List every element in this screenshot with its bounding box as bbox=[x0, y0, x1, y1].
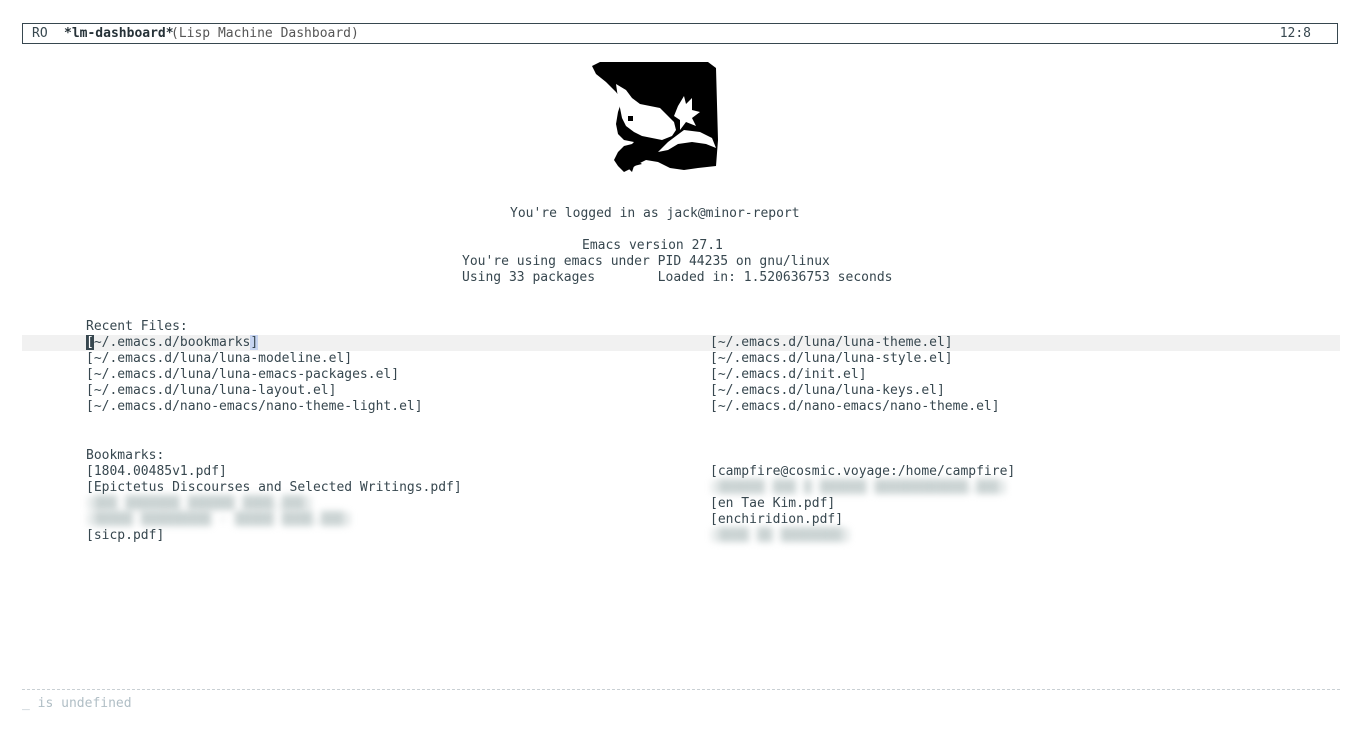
bookmark-item[interactable]: [campfire@cosmic.voyage:/home/campfire] bbox=[710, 464, 1015, 480]
recent-file-label: ~/.emacs.d/bookmarks bbox=[93, 335, 251, 350]
bookmark-item-redacted[interactable]: [▒▒▒▒▒ ▒▒▒▒▒▒▒▒▒ - ▒▒▒▒▒ ▒▒▒▒.▒▒▒] bbox=[86, 512, 352, 528]
cursor: [ bbox=[86, 335, 94, 350]
packages-info: Using 33 packages Loaded in: 1.520636753… bbox=[462, 270, 893, 285]
bookmark-item-redacted[interactable]: [▒▒▒▒ ▒▒ ▒▒▒▒▒▒▒▒] bbox=[710, 528, 851, 544]
recent-files-title: Recent Files: bbox=[86, 319, 188, 334]
bookmark-item[interactable]: [1804.00485v1.pdf] bbox=[86, 464, 227, 480]
pid-info: You're using emacs under PID 44235 on gn… bbox=[462, 254, 830, 269]
recent-file-item[interactable]: [~/.emacs.d/luna/luna-layout.el] bbox=[86, 383, 336, 399]
buffer-name: *lm-dashboard* bbox=[64, 26, 174, 41]
cursor-position: 12:8 bbox=[1279, 26, 1311, 41]
read-only-indicator: RO bbox=[32, 26, 48, 41]
bookmark-item[interactable]: [Epictetus Discourses and Selected Writi… bbox=[86, 480, 462, 496]
header-line: RO *lm-dashboard* (Lisp Machine Dashboar… bbox=[22, 23, 1338, 44]
recent-file-item[interactable]: [~/.emacs.d/luna/luna-theme.el] bbox=[710, 335, 953, 351]
bookmark-item[interactable]: [sicp.pdf] bbox=[86, 528, 164, 544]
recent-file-item[interactable]: [~/.emacs.d/bookmarks] bbox=[86, 335, 259, 351]
recent-file-item[interactable]: [~/.emacs.d/luna/luna-modeline.el] bbox=[86, 351, 352, 367]
bookmarks-title: Bookmarks: bbox=[86, 448, 165, 463]
recent-file-item[interactable]: [~/.emacs.d/nano-emacs/nano-theme.el] bbox=[710, 399, 1000, 415]
recent-file-item[interactable]: [~/.emacs.d/luna/luna-keys.el] bbox=[710, 383, 945, 399]
bookmark-item[interactable]: [en Tae Kim.pdf] bbox=[710, 496, 835, 512]
recent-file-item[interactable]: [~/.emacs.d/luna/luna-emacs-packages.el] bbox=[86, 367, 399, 383]
dashboard-logo-icon bbox=[592, 62, 718, 172]
bookmark-item-redacted[interactable]: [▒▒▒▒▒▒ ▒▒▒ ▒ ▒▒▒▒▒▒ ▒▒▒▒▒▒▒▒▒▒▒▒.▒▒▒] bbox=[710, 480, 1007, 496]
recent-file-item[interactable]: [~/.emacs.d/luna/luna-style.el] bbox=[710, 351, 953, 367]
matching-bracket: ] bbox=[250, 335, 259, 350]
recent-file-item[interactable]: [~/.emacs.d/nano-emacs/nano-theme-light.… bbox=[86, 399, 423, 415]
emacs-version: Emacs version 27.1 bbox=[582, 238, 723, 253]
recent-file-item[interactable]: [~/.emacs.d/init.el] bbox=[710, 367, 867, 383]
bookmark-item[interactable]: [enchiridion.pdf] bbox=[710, 512, 843, 528]
major-mode-name: (Lisp Machine Dashboard) bbox=[171, 26, 359, 41]
minibuffer-divider bbox=[22, 689, 1340, 690]
bookmark-item-redacted[interactable]: [▒▒▒ ▒▒▒▒▒▒▒ ▒▒▒▒▒▒ ▒▒▒▒.▒▒▒] bbox=[86, 496, 313, 512]
login-info: You're logged in as jack@minor-report bbox=[510, 206, 800, 221]
echo-area-message: _ is undefined bbox=[22, 696, 132, 711]
